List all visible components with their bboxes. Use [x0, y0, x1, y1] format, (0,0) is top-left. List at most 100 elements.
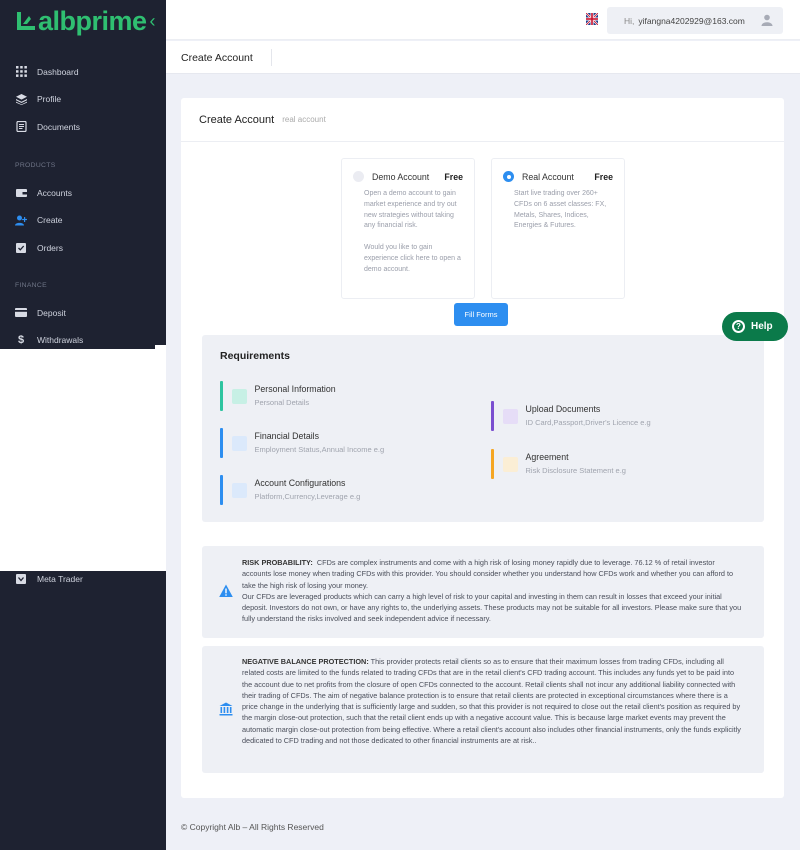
- requirement-accent-bar: [220, 475, 223, 505]
- requirement-title: Financial Details: [254, 431, 320, 441]
- sidebar-item-create[interactable]: Create: [0, 207, 166, 235]
- grid-icon: [15, 66, 27, 78]
- requirements-title: Requirements: [220, 350, 291, 362]
- real-account-option[interactable]: Real Account Free Start live trading ove…: [491, 158, 625, 299]
- collapse-sidebar-icon[interactable]: ‹: [150, 10, 156, 32]
- sidebar-item-accounts[interactable]: Accounts: [0, 179, 166, 207]
- card-header: Create Account real account: [181, 98, 784, 142]
- requirement-subtitle: Platform,Currency,Leverage e.g: [254, 492, 361, 501]
- help-button[interactable]: ? Help: [722, 312, 788, 341]
- requirement-personal-information: Personal Information Personal Details: [220, 381, 336, 411]
- card-title: Create Account: [199, 113, 275, 126]
- requirement-subtitle: Risk Disclosure Statement e.g: [525, 466, 626, 475]
- warning-icon: [219, 584, 233, 597]
- account-description: Open a demo account to gain market exper…: [364, 189, 463, 275]
- requirement-title: Agreement: [525, 452, 569, 462]
- sidebar-item-label: Meta Trader: [37, 573, 83, 584]
- requirement-title: Personal Information: [254, 384, 336, 394]
- requirement-icon: [502, 457, 518, 472]
- requirement-title: Account Configurations: [254, 478, 346, 488]
- risk-text-2: Our CFDs are leveraged products which ca…: [242, 591, 742, 624]
- card-subtitle: real account: [282, 115, 326, 124]
- create-account-card: Create Account real account Demo Account…: [181, 98, 784, 798]
- sidebar-item-deposit[interactable]: Deposit: [0, 299, 166, 327]
- help-label: Help: [751, 321, 773, 332]
- divider: [271, 49, 272, 66]
- sidebar-nav-bottom: Meta Trader: [0, 565, 166, 593]
- sidebar-section-finance: FINANCE: [15, 281, 47, 289]
- requirement-account-configurations: Account Configurations Platform,Currency…: [220, 475, 360, 505]
- account-description: Start live trading over 260+ CFDs on 6 a…: [514, 189, 613, 232]
- user-email: yifangna4202929@163.com: [638, 15, 745, 26]
- sidebar-item-label: Documents: [37, 121, 80, 132]
- clipboard-check-icon: [15, 242, 27, 254]
- sidebar-item-label: Accounts: [37, 187, 72, 198]
- real-account-radio[interactable]: [503, 171, 514, 182]
- account-name: Real Account: [522, 171, 574, 182]
- add-user-icon: [15, 214, 27, 226]
- user-menu[interactable]: Hi, yifangna4202929@163.com: [607, 7, 783, 34]
- layers-icon: [15, 93, 27, 105]
- risk-title: RISK PROBABILITY:: [242, 558, 313, 567]
- sidebar-lower: Meta Trader: [0, 571, 166, 850]
- sidebar-blank-area: [0, 349, 166, 571]
- requirement-accent-bar: [491, 449, 494, 479]
- risk-text-1: CFDs are complex instruments and come wi…: [242, 558, 734, 590]
- requirement-icon: [231, 389, 247, 404]
- user-avatar-icon: [761, 14, 773, 26]
- sidebar-item-label: Profile: [37, 94, 62, 105]
- dollar-icon: $: [17, 334, 25, 347]
- demo-account-option[interactable]: Demo Account Free Open a demo account to…: [341, 158, 475, 299]
- sidebar-item-meta-trader[interactable]: Meta Trader: [0, 565, 166, 593]
- requirement-accent-bar: [220, 428, 223, 458]
- requirements-panel: Requirements Personal Information Person…: [202, 335, 764, 522]
- requirement-icon: [502, 409, 518, 424]
- sidebar-item-label: Dashboard: [37, 66, 79, 77]
- requirement-title: Upload Documents: [525, 404, 601, 414]
- requirement-icon: [231, 436, 247, 451]
- negative-balance-text: NEGATIVE BALANCE PROTECTION: This provid…: [242, 656, 744, 746]
- sidebar-nav-main: Dashboard Profile Documents: [0, 58, 166, 141]
- sidebar-nav-products: PRODUCTS Accounts Create Orders: [0, 155, 166, 262]
- risk-notice: RISK PROBABILITY: CFDs are complex instr…: [202, 546, 764, 638]
- requirement-financial-details: Financial Details Employment Status,Annu…: [220, 428, 384, 458]
- document-icon: [15, 121, 27, 133]
- sidebar-item-label: Create: [37, 215, 63, 226]
- demo-account-radio[interactable]: [353, 171, 364, 182]
- bank-icon: [219, 702, 233, 716]
- brand-logo[interactable]: albprime ‹: [15, 6, 156, 36]
- negative-balance-notice: NEGATIVE BALANCE PROTECTION: This provid…: [202, 646, 764, 773]
- risk-notice-text: RISK PROBABILITY: CFDs are complex instr…: [242, 557, 744, 625]
- credit-card-icon: [15, 307, 27, 319]
- requirement-subtitle: ID Card,Passport,Driver's Licence e.g: [525, 418, 651, 427]
- demo-desc-2[interactable]: Would you like to gain experience click …: [364, 243, 463, 275]
- requirement-subtitle: Employment Status,Annual Income e.g: [254, 445, 385, 454]
- sidebar-item-documents[interactable]: Documents: [0, 113, 166, 141]
- sidebar-item-orders[interactable]: Orders: [0, 234, 166, 262]
- requirement-agreement: Agreement Risk Disclosure Statement e.g: [491, 449, 626, 479]
- top-header: Hi, yifangna4202929@163.com: [166, 0, 800, 40]
- help-icon: ?: [732, 320, 745, 333]
- fill-forms-button[interactable]: Fill Forms: [454, 303, 508, 326]
- requirement-accent-bar: [491, 401, 494, 431]
- footer-copyright: © Copyright Alb – All Rights Reserved: [181, 822, 324, 832]
- sidebar-item-profile[interactable]: Profile: [0, 86, 166, 114]
- demo-desc-1: Open a demo account to gain market exper…: [364, 190, 457, 230]
- account-price: Free: [444, 171, 463, 182]
- negative-balance-title: NEGATIVE BALANCE PROTECTION:: [242, 657, 369, 666]
- requirement-subtitle: Personal Details: [254, 398, 310, 407]
- requirement-accent-bar: [220, 381, 223, 411]
- uk-flag-icon[interactable]: [586, 13, 598, 25]
- logo-text: albprime: [38, 6, 147, 36]
- negative-balance-body: This provider protects retail clients so…: [242, 657, 741, 746]
- sidebar-edge: [155, 345, 166, 349]
- sidebar-section-products: PRODUCTS: [15, 161, 56, 169]
- requirement-upload-documents: Upload Documents ID Card,Passport,Driver…: [491, 401, 651, 431]
- sidebar-item-label: Deposit: [37, 307, 66, 318]
- sidebar-item-label: Withdrawals: [37, 335, 84, 346]
- sidebar-item-dashboard[interactable]: Dashboard: [0, 58, 166, 86]
- sidebar-item-label: Orders: [37, 242, 63, 253]
- real-desc-1: Start live trading over 260+ CFDs on 6 a…: [514, 190, 607, 230]
- account-price: Free: [594, 171, 613, 182]
- sidebar-nav-finance: FINANCE Deposit $ Withdrawals: [0, 275, 166, 354]
